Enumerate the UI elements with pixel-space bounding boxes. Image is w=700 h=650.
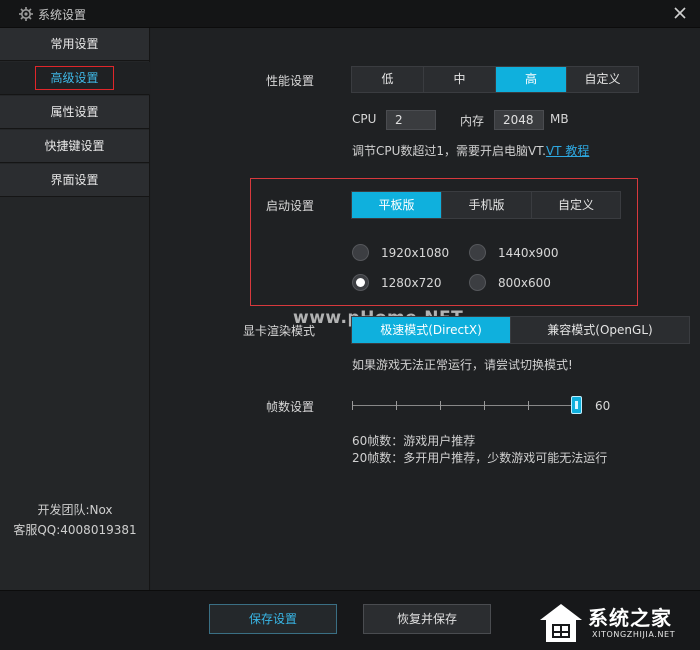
resolution-label: 1920x1080 <box>381 246 450 260</box>
cpu-input[interactable]: 2 <box>386 110 436 130</box>
sidebar-item-label: 快捷键设置 <box>44 139 105 153</box>
fps-value: 60 <box>595 399 611 413</box>
startup-label: 启动设置 <box>266 199 315 213</box>
sidebar-item-label: 属性设置 <box>50 105 99 119</box>
performance-option-custom[interactable]: 自定义 <box>567 67 638 92</box>
resolution-label: 1280x720 <box>381 276 442 290</box>
fps-tick <box>484 401 485 410</box>
sidebar-item-shortcuts[interactable]: 快捷键设置 <box>0 130 150 163</box>
memory-label: 内存 <box>460 114 485 128</box>
sidebar-item-label: 高级设置 <box>35 66 114 90</box>
startup-option-phone[interactable]: 手机版 <box>442 192 532 218</box>
performance-option-low[interactable]: 低 <box>352 67 424 92</box>
startup-option-custom[interactable]: 自定义 <box>532 192 620 218</box>
fps-tick <box>352 401 353 410</box>
vt-tutorial-link[interactable]: VT 教程 <box>546 144 589 158</box>
sidebar-item-advanced[interactable]: 高级设置 <box>0 62 150 95</box>
memory-unit: MB <box>550 112 569 126</box>
sidebar-item-label: 常用设置 <box>50 37 99 51</box>
brand-sub: XITONGZHIJIA.NET <box>592 630 676 639</box>
brand-name: 系统之家 <box>588 606 672 630</box>
performance-label: 性能设置 <box>266 74 315 88</box>
fps-tick <box>440 401 441 410</box>
fps-slider-thumb[interactable] <box>571 396 582 414</box>
memory-input[interactable]: 2048 <box>494 110 544 130</box>
render-hint: 如果游戏无法正常运行，请尝试切换模式! <box>352 358 573 372</box>
fps-tick <box>528 401 529 410</box>
startup-segmented: 平板版 手机版 自定义 <box>351 191 621 219</box>
save-settings-button[interactable]: 保存设置 <box>209 604 337 634</box>
fps-label: 帧数设置 <box>266 400 315 414</box>
window-title: 系统设置 <box>38 8 87 22</box>
cpu-label: CPU <box>352 112 377 126</box>
brand-logo: 系统之家 XITONGZHIJIA.NET <box>536 600 696 646</box>
resolution-radio-1280[interactable] <box>352 274 369 291</box>
resolution-label: 1440x900 <box>498 246 559 260</box>
close-icon[interactable] <box>672 5 688 21</box>
fps-note-60: 60帧数：游戏用户推荐 <box>352 434 476 448</box>
title-bar: 系统设置 <box>0 0 700 28</box>
fps-note-20: 20帧数：多开用户推荐，少数游戏可能无法运行 <box>352 451 608 465</box>
fps-slider-track[interactable] <box>352 405 576 406</box>
sidebar: 常用设置 高级设置 属性设置 快捷键设置 界面设置 开发团队:Nox 客服QQ:… <box>0 28 150 590</box>
performance-option-mid[interactable]: 中 <box>424 67 496 92</box>
sidebar-item-properties[interactable]: 属性设置 <box>0 96 150 129</box>
performance-segmented: 低 中 高 自定义 <box>351 66 639 93</box>
resolution-radio-1920[interactable] <box>352 244 369 261</box>
restore-save-button[interactable]: 恢复并保存 <box>363 604 491 634</box>
render-mode-segmented: 极速模式(DirectX) 兼容模式(OpenGL) <box>351 316 690 344</box>
sidebar-item-interface[interactable]: 界面设置 <box>0 164 150 197</box>
gear-icon <box>19 7 33 21</box>
resolution-radio-1440[interactable] <box>469 244 486 261</box>
support-qq-text: 客服QQ:4008019381 <box>13 523 137 537</box>
render-option-directx[interactable]: 极速模式(DirectX) <box>352 317 511 343</box>
startup-option-tablet[interactable]: 平板版 <box>352 192 442 218</box>
fps-tick <box>396 401 397 410</box>
sidebar-item-label: 界面设置 <box>50 173 99 187</box>
vt-hint-text: 调节CPU数超过1，需要开启电脑VT. <box>352 144 546 158</box>
performance-option-high[interactable]: 高 <box>496 67 567 92</box>
sidebar-item-common[interactable]: 常用设置 <box>0 28 150 61</box>
house-logo-icon <box>540 604 582 642</box>
dev-team-text: 开发团队:Nox <box>37 503 113 517</box>
resolution-radio-800[interactable] <box>469 274 486 291</box>
vt-hint: 调节CPU数超过1，需要开启电脑VT.VT 教程 <box>352 142 589 159</box>
resolution-label: 800x600 <box>498 276 551 290</box>
render-mode-label: 显卡渲染模式 <box>243 324 316 338</box>
render-option-opengl[interactable]: 兼容模式(OpenGL) <box>511 317 689 343</box>
